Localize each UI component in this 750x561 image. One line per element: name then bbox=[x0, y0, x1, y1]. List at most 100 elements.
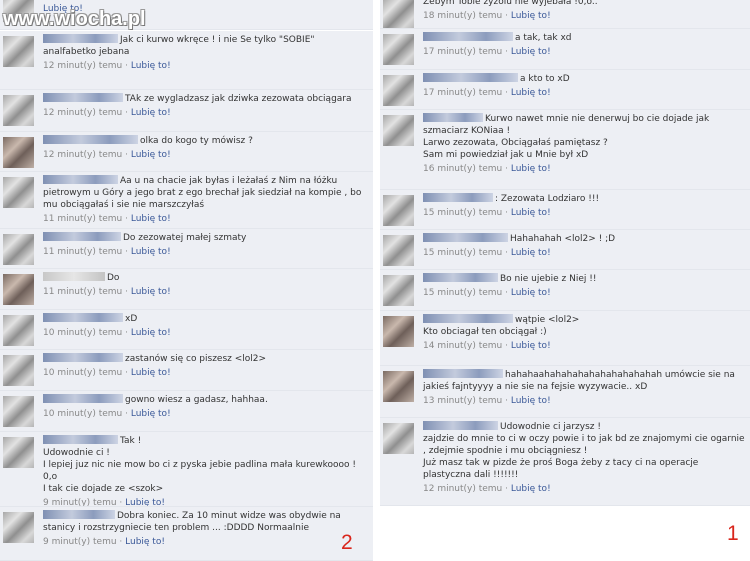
redacted-author-name[interactable] bbox=[43, 510, 115, 519]
comment-item: Żebym Tobie zyzolu nie wyjebała !0,o.. 18… bbox=[380, 0, 750, 29]
avatar[interactable] bbox=[383, 235, 414, 266]
comment-meta: 11 minut(y) temu · Lubię to! bbox=[43, 213, 369, 225]
like-link[interactable]: Lubię to! bbox=[511, 484, 551, 494]
avatar[interactable] bbox=[383, 0, 414, 28]
comment-timestamp[interactable]: 15 minut(y) temu bbox=[423, 208, 502, 218]
redacted-author-name[interactable] bbox=[423, 113, 483, 122]
like-link[interactable]: Lubię to! bbox=[125, 498, 165, 506]
like-link[interactable]: Lubię to! bbox=[131, 108, 171, 118]
avatar[interactable] bbox=[383, 75, 414, 106]
comment-timestamp[interactable]: 12 minut(y) temu bbox=[423, 484, 502, 494]
like-link[interactable]: Lubię to! bbox=[125, 537, 165, 547]
redacted-author-name[interactable] bbox=[43, 353, 123, 362]
avatar[interactable] bbox=[383, 316, 414, 347]
comment-meta: 10 minut(y) temu · Lubię to! bbox=[43, 367, 369, 379]
like-link[interactable]: Lubię to! bbox=[131, 61, 171, 71]
like-link[interactable]: Lubię to! bbox=[511, 248, 551, 258]
avatar[interactable] bbox=[383, 371, 414, 402]
avatar[interactable] bbox=[3, 95, 34, 126]
avatar[interactable] bbox=[3, 137, 34, 168]
comment-timestamp[interactable]: 18 minut(y) temu bbox=[423, 11, 502, 21]
avatar[interactable] bbox=[383, 423, 414, 454]
comment-timestamp[interactable]: 12 minut(y) temu bbox=[43, 61, 122, 71]
like-link[interactable]: Lubię to! bbox=[511, 164, 551, 174]
comment-timestamp[interactable]: 10 minut(y) temu bbox=[43, 409, 122, 419]
comment-item: Dobra koniec. Za 10 minut widze was obyd… bbox=[0, 507, 373, 561]
comment-text: Tak ! Udowodnie ci ! I lepiej juz nic ni… bbox=[43, 436, 357, 494]
avatar[interactable] bbox=[3, 512, 34, 543]
comment-text: olka do kogo ty mówisz ? bbox=[140, 136, 253, 146]
comment-timestamp[interactable]: 13 minut(y) temu bbox=[423, 396, 502, 406]
comment-timestamp[interactable]: 12 minut(y) temu bbox=[43, 150, 122, 160]
comment-text: TAk ze wygladzasz jak dziwka zezowata ob… bbox=[125, 94, 352, 104]
avatar[interactable] bbox=[3, 437, 34, 468]
like-link[interactable]: Lubię to! bbox=[511, 288, 551, 298]
redacted-author-name[interactable] bbox=[423, 233, 508, 242]
comment-timestamp[interactable]: 17 minut(y) temu bbox=[423, 47, 502, 57]
comment-meta: 12 minut(y) temu · Lubię to! bbox=[43, 149, 369, 161]
meta-separator: · bbox=[502, 288, 511, 298]
comment-timestamp[interactable]: 16 minut(y) temu bbox=[423, 164, 502, 174]
redacted-author-name[interactable] bbox=[423, 273, 498, 282]
redacted-author-name[interactable] bbox=[43, 394, 123, 403]
avatar[interactable] bbox=[3, 36, 34, 67]
meta-separator: · bbox=[502, 88, 511, 98]
comment-item: Jak ci kurwo wkręce ! i nie Se tylko "SO… bbox=[0, 31, 373, 90]
redacted-author-name[interactable] bbox=[43, 34, 118, 43]
avatar[interactable] bbox=[383, 34, 414, 65]
like-link[interactable]: Lubię to! bbox=[511, 208, 551, 218]
comment-timestamp[interactable]: 14 minut(y) temu bbox=[423, 341, 502, 351]
redacted-author-name[interactable] bbox=[43, 175, 118, 184]
avatar[interactable] bbox=[3, 234, 34, 265]
like-link[interactable]: Lubię to! bbox=[131, 150, 171, 160]
avatar[interactable] bbox=[3, 315, 34, 346]
like-link[interactable]: Lubię to! bbox=[511, 11, 551, 21]
comment-timestamp[interactable]: 11 minut(y) temu bbox=[43, 247, 122, 257]
like-link[interactable]: Lubię to! bbox=[131, 287, 171, 297]
comment-timestamp[interactable]: 10 minut(y) temu bbox=[43, 368, 122, 378]
redacted-author-name[interactable] bbox=[423, 421, 498, 430]
redacted-author-name[interactable] bbox=[423, 193, 493, 202]
redacted-author-name[interactable] bbox=[423, 32, 513, 41]
comment-timestamp[interactable]: 10 minut(y) temu bbox=[43, 328, 122, 338]
redacted-author-name[interactable] bbox=[423, 73, 518, 82]
like-link[interactable]: Lubię to! bbox=[131, 214, 171, 224]
avatar[interactable] bbox=[383, 115, 414, 146]
like-link[interactable]: Lubię to! bbox=[131, 409, 171, 419]
like-link[interactable]: Lubię to! bbox=[511, 88, 551, 98]
like-link[interactable]: Lubię to! bbox=[131, 328, 171, 338]
redacted-author-name[interactable] bbox=[43, 313, 123, 322]
avatar[interactable] bbox=[383, 195, 414, 226]
comment-item: zastanów się co piszesz <lol2> 10 minut(y… bbox=[0, 350, 373, 391]
comment-text: Żebym Tobie zyzolu nie wyjebała !0,o.. bbox=[423, 0, 598, 7]
meta-separator: · bbox=[122, 108, 131, 118]
avatar[interactable] bbox=[383, 275, 414, 306]
redacted-author-name[interactable] bbox=[423, 369, 503, 378]
like-link[interactable]: Lubię to! bbox=[511, 341, 551, 351]
redacted-author-name[interactable] bbox=[423, 314, 513, 323]
comment-timestamp[interactable]: 15 minut(y) temu bbox=[423, 288, 502, 298]
comment-text: xD bbox=[125, 314, 138, 324]
redacted-author-name[interactable] bbox=[43, 135, 138, 144]
comment-timestamp[interactable]: 9 minut(y) temu bbox=[43, 537, 117, 547]
comment-timestamp[interactable]: 17 minut(y) temu bbox=[423, 88, 502, 98]
avatar[interactable] bbox=[3, 274, 34, 305]
like-link[interactable]: Lubię to! bbox=[511, 396, 551, 406]
like-link[interactable]: Lubię to! bbox=[131, 247, 171, 257]
comment-timestamp[interactable]: 15 minut(y) temu bbox=[423, 248, 502, 258]
right-comment-panel: Żebym Tobie zyzolu nie wyjebała !0,o.. 18… bbox=[380, 0, 750, 506]
comment-timestamp[interactable]: 12 minut(y) temu bbox=[43, 108, 122, 118]
comment-timestamp[interactable]: 9 minut(y) temu bbox=[43, 498, 117, 506]
comment-item: olka do kogo ty mówisz ? 12 minut(y) temu… bbox=[0, 132, 373, 172]
redacted-author-name[interactable] bbox=[43, 93, 123, 102]
avatar[interactable] bbox=[3, 355, 34, 386]
redacted-author-name[interactable] bbox=[43, 435, 118, 444]
comment-timestamp[interactable]: 11 minut(y) temu bbox=[43, 214, 122, 224]
like-link[interactable]: Lubię to! bbox=[131, 368, 171, 378]
like-link[interactable]: Lubię to! bbox=[511, 47, 551, 57]
redacted-author-name[interactable] bbox=[43, 232, 121, 241]
comment-item: Hahahahah <lol2> ! ;D 15 minut(y) temu · … bbox=[380, 230, 750, 270]
avatar[interactable] bbox=[3, 177, 34, 208]
comment-timestamp[interactable]: 11 minut(y) temu bbox=[43, 287, 122, 297]
avatar[interactable] bbox=[3, 396, 34, 427]
